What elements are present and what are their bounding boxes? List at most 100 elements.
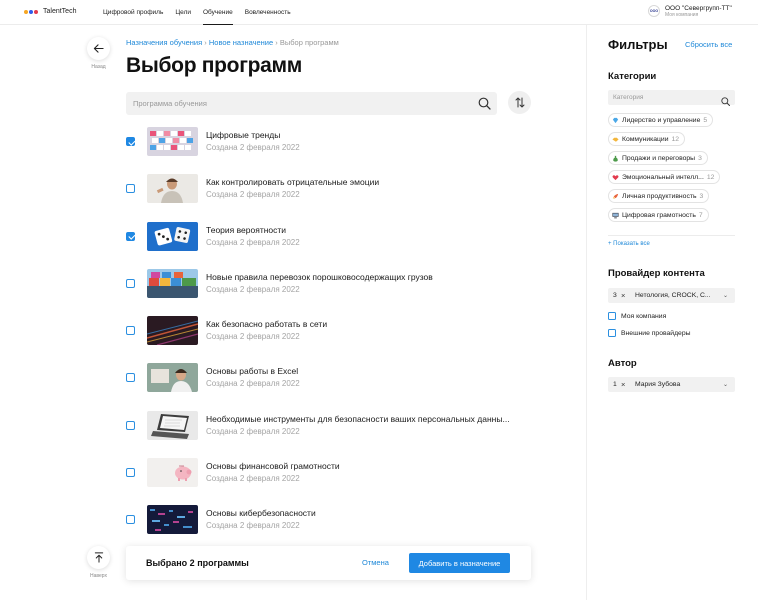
program-thumbnail (147, 268, 198, 298)
category-label: Продажи и переговоры (622, 154, 696, 162)
nav-item-goals[interactable]: Цели (175, 0, 191, 25)
app-logo[interactable]: TalentTech (24, 8, 76, 15)
program-checkbox[interactable] (126, 137, 135, 146)
program-checkbox[interactable] (126, 515, 135, 525)
program-checkbox[interactable] (126, 278, 135, 288)
program-checkbox[interactable] (126, 231, 135, 241)
company-switcher[interactable]: ООО ООО "Севергрупп-ТТ" Моя компания (648, 5, 732, 18)
program-row[interactable]: Цифровые тренды Создана 2 февраля 2022 (126, 124, 536, 171)
category-label: Коммуникации (622, 135, 669, 143)
nav-item-engagement[interactable]: Вовлеченность (245, 0, 291, 25)
program-thumbnail (147, 127, 198, 156)
cancel-button[interactable]: Отмена (362, 558, 389, 567)
show-all-categories-link[interactable]: + Показать все (608, 241, 650, 247)
program-checkbox[interactable] (126, 468, 135, 478)
sort-arrows-icon (515, 97, 524, 108)
program-title: Как контролировать отрицательные эмоции (206, 177, 380, 188)
selected-count-text: Выбрано 2 программы (146, 558, 249, 568)
program-row[interactable]: Основы кибербезопасности Создана 2 февра… (126, 502, 536, 549)
category-count: 3 (699, 192, 704, 200)
back-button[interactable] (87, 37, 110, 60)
company-name: ООО "Севергрупп-ТТ" (665, 5, 732, 12)
company-logo: ООО (648, 5, 660, 17)
category-count: 12 (706, 173, 715, 181)
program-row[interactable]: Основы финансовой грамотности Создана 2 … (126, 455, 536, 502)
program-list: Цифровые тренды Создана 2 февраля 2022 К… (126, 124, 536, 550)
category-search-input[interactable] (613, 90, 718, 105)
category-chip-leadership[interactable]: Лидерство и управление 5 (608, 113, 714, 127)
nav-item-learning[interactable]: Обучение (203, 0, 233, 25)
clear-icon[interactable]: × (621, 380, 625, 389)
program-thumbnail (147, 458, 198, 488)
program-date: Создана 2 февраля 2022 (206, 521, 300, 531)
author-title: Автор (608, 358, 637, 369)
computer-icon (612, 212, 619, 218)
provider-select[interactable]: 3 × Нетология, CROCK, С... ⌄ (608, 288, 735, 303)
provider-option-my-company[interactable]: Моя компания (608, 312, 666, 320)
program-row[interactable]: Как безопасно работать в сети Создана 2 … (126, 313, 536, 360)
nav-item-digital-profile[interactable]: Цифровой профиль (103, 0, 163, 25)
program-thumbnail (147, 410, 198, 440)
provider-selected-value: Нетология, CROCK, С... (635, 292, 711, 299)
program-title: Необходимые инструменты для безопасности… (206, 413, 510, 424)
category-count: 7 (698, 211, 703, 219)
program-checkbox[interactable] (126, 184, 135, 194)
provider-option-label: Внешние провайдеры (621, 329, 691, 337)
breadcrumb-item-current: Выбор программ (279, 38, 339, 47)
category-search (608, 90, 735, 106)
program-search-input[interactable] (133, 92, 463, 115)
program-row[interactable]: Теория вероятности Создана 2 февраля 202… (126, 219, 536, 266)
program-row[interactable]: Основы работы в Excel Создана 2 февраля … (126, 360, 536, 407)
program-thumbnail (147, 363, 198, 393)
author-selected-count: 1 (613, 381, 617, 388)
categories-title: Категории (608, 71, 657, 82)
breadcrumb-separator: › (275, 38, 278, 47)
category-chip-communications[interactable]: Коммуникации 12 (608, 132, 686, 146)
sort-button[interactable] (508, 91, 531, 114)
provider-selected-count: 3 (613, 292, 617, 299)
program-date: Создана 2 февраля 2022 (206, 426, 300, 436)
scroll-top-button[interactable] (87, 546, 110, 569)
breadcrumb-item-assignments[interactable]: Назначения обучения (126, 38, 202, 47)
provider-checkbox[interactable] (608, 329, 616, 337)
program-date: Создана 2 февраля 2022 (206, 379, 300, 389)
category-label: Цифровая грамотность (622, 211, 696, 219)
program-row[interactable]: Как контролировать отрицательные эмоции … (126, 171, 536, 218)
category-chip-sales[interactable]: Продажи и переговоры 3 (608, 151, 708, 165)
add-to-assignment-button[interactable]: Добавить в назначение (409, 553, 510, 573)
arrow-left-icon (93, 44, 104, 53)
program-checkbox[interactable] (126, 373, 135, 383)
search-icon[interactable] (478, 97, 491, 110)
category-label: Эмоциональный интелл... (622, 173, 704, 181)
program-title: Основы работы в Excel (206, 366, 299, 377)
author-select[interactable]: 1 × Мария Зубова ⌄ (608, 377, 735, 392)
category-count: 3 (698, 154, 702, 162)
logo-text: TalentTech (43, 8, 77, 15)
clear-icon[interactable]: × (621, 291, 625, 300)
diamond-icon (612, 117, 619, 123)
category-chip-digital-literacy[interactable]: Цифровая грамотность 7 (608, 208, 709, 222)
chevron-down-icon: ⌄ (722, 293, 728, 299)
reset-filters-link[interactable]: Сбросить все (685, 40, 732, 49)
program-row[interactable]: Новые правила перевозок порошковосодержа… (126, 266, 536, 313)
program-row[interactable]: Необходимые инструменты для безопасности… (126, 408, 536, 455)
program-checkbox[interactable] (126, 420, 135, 430)
provider-option-external[interactable]: Внешние провайдеры (608, 329, 691, 337)
provider-checkbox[interactable] (608, 312, 616, 320)
program-date: Создана 2 февраля 2022 (206, 190, 300, 200)
program-title: Цифровые тренды (206, 130, 281, 140)
program-checkbox[interactable] (126, 326, 135, 336)
breadcrumb: Назначения обучения › Новое назначение ›… (126, 38, 339, 47)
category-count: 12 (671, 135, 680, 143)
category-chip-productivity[interactable]: Личная продуктивность 3 (608, 189, 710, 203)
category-label: Лидерство и управление (622, 116, 701, 124)
program-title: Основы кибербезопасности (206, 508, 316, 519)
search-icon[interactable] (721, 93, 730, 106)
category-label: Личная продуктивность (622, 192, 697, 200)
category-chip-emotional-intelligence[interactable]: Эмоциональный интелл... 12 (608, 170, 721, 184)
breadcrumb-item-new-assignment[interactable]: Новое назначение (209, 38, 273, 47)
main-nav: Цифровой профиль Цели Обучение Вовлеченн… (103, 0, 303, 25)
filters-sidebar: Фильтры Сбросить все Категории Лидерство… (587, 25, 758, 600)
program-date: Создана 2 февраля 2022 (206, 143, 300, 152)
logo-dots-icon (24, 9, 38, 14)
